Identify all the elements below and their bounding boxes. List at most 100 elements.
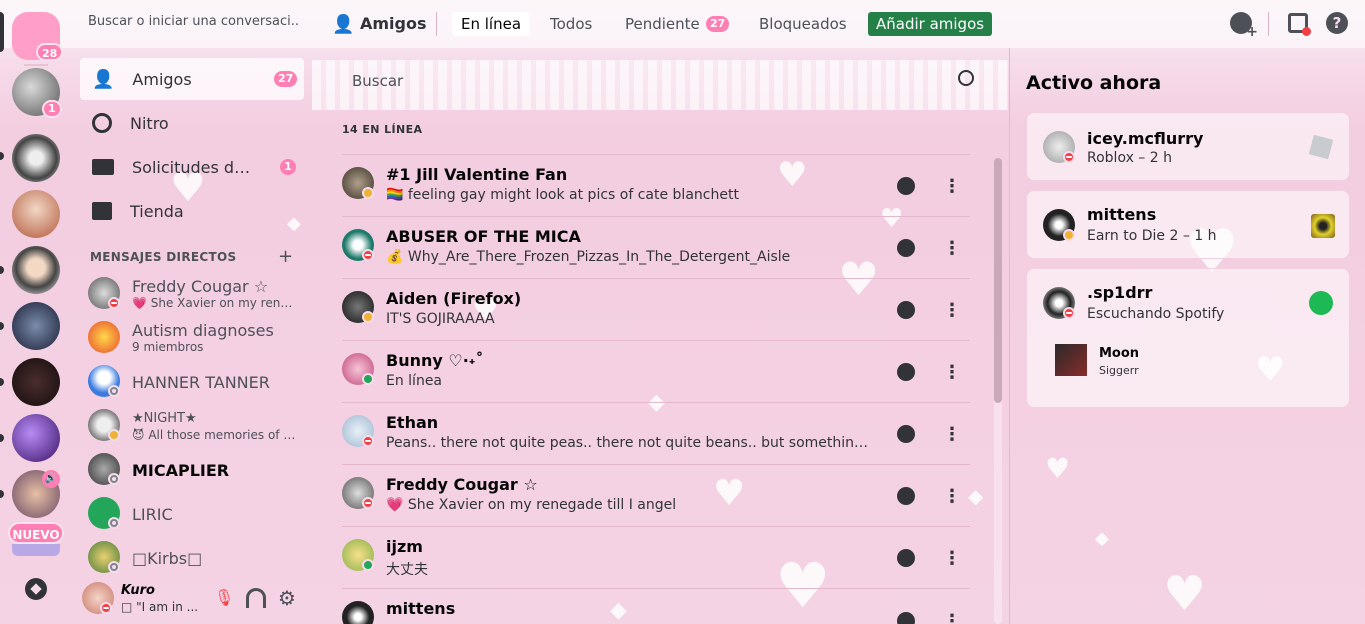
add-friend-button[interactable]: Añadir amigos (868, 12, 993, 36)
dm-status: 💗 She Xavier on my reneg... (132, 296, 297, 310)
message-button[interactable] (888, 478, 924, 514)
friend-name: #1 Jill Valentine Fan (386, 165, 568, 184)
activity-card[interactable]: mittens Earn to Die 2 – 1 h (1026, 190, 1350, 259)
roblox-icon (1308, 134, 1334, 160)
nav-label: Tienda (130, 201, 184, 221)
status-dnd (108, 297, 120, 309)
nav-message-requests[interactable]: Solicitudes de ... 1 (80, 146, 304, 188)
top-bar: Buscar o iniciar una conversaci... 👤 Ami… (72, 0, 1365, 48)
friends-icon: 👤 (332, 14, 355, 35)
home-badge: 28 (36, 43, 64, 61)
dm-item[interactable]: □Kirbs□ (80, 537, 304, 579)
dm-name: LIRIC (132, 505, 173, 524)
friend-row[interactable]: mittens ⋮ (342, 588, 970, 624)
chat-bubble-icon (897, 301, 915, 319)
dm-item[interactable]: Autism diagnoses 9 miembros (80, 317, 304, 359)
dm-item[interactable]: HANNER TANNER (80, 361, 304, 403)
chat-bubble-icon (897, 487, 915, 505)
friend-row[interactable]: Aiden (Firefox) IT'S GOJIRAAAA ⋮ (342, 278, 970, 340)
spotify-icon (1309, 291, 1333, 315)
search-placeholder: Buscar (352, 72, 404, 90)
activity-card[interactable]: .sp1drr Escuchando Spotify Moon Siggerr (1026, 268, 1350, 408)
mute-icon[interactable]: 🎙 (214, 588, 234, 608)
settings-icon[interactable]: ⚙ (278, 586, 296, 610)
more-button[interactable]: ⋮ (934, 354, 970, 390)
friend-status: 💰 Why_Are_There_Frozen_Pizzas_In_The_Det… (386, 249, 791, 265)
chat-bubble-icon (897, 549, 915, 567)
more-button[interactable]: ⋮ (934, 478, 970, 514)
message-button[interactable] (888, 230, 924, 266)
friend-row[interactable]: Freddy Cougar ☆ 💗 She Xavier on my reneg… (342, 464, 970, 526)
help-icon[interactable]: ? (1326, 12, 1348, 34)
tab-all[interactable]: Todos (541, 12, 601, 36)
dm-name: MICAPLIER (132, 461, 230, 480)
server-icon[interactable] (12, 544, 60, 556)
unread-pill (0, 152, 4, 160)
unread-pill (0, 490, 4, 498)
more-button[interactable]: ⋮ (934, 292, 970, 328)
more-button[interactable]: ⋮ (934, 540, 970, 576)
message-button[interactable] (888, 168, 924, 204)
server-icon[interactable] (12, 134, 60, 182)
status-dnd (100, 602, 112, 614)
nav-friends[interactable]: 👤 Amigos 27 (80, 58, 304, 100)
more-button[interactable]: ⋮ (934, 416, 970, 452)
message-button[interactable] (888, 540, 924, 576)
discover-icon[interactable] (25, 578, 47, 600)
activity-card[interactable]: icey.mcflurry Roblox – 2 h (1026, 112, 1350, 181)
shop-icon (92, 202, 112, 220)
friend-row[interactable]: Bunny ♡·˖˚ En línea ⋮ (342, 340, 970, 402)
more-button[interactable]: ⋮ (934, 603, 970, 624)
server-icon[interactable] (12, 190, 60, 238)
friend-search-input[interactable]: Buscar (342, 62, 982, 98)
chat-bubble-icon (897, 612, 915, 624)
dm-name: □Kirbs□ (132, 549, 203, 568)
active-now-panel: Activo ahora icey.mcflurry Roblox – 2 h … (1009, 48, 1365, 624)
nav-nitro[interactable]: Nitro (80, 102, 304, 144)
server-rail: 28 1 🔊 NUEVO (0, 0, 72, 624)
inbox-icon[interactable] (1288, 13, 1311, 36)
activity-detail: Roblox – 2 h (1087, 150, 1172, 166)
friend-row[interactable]: Ethan Peans.. there not quite peas.. the… (342, 402, 970, 464)
server-icon[interactable] (12, 246, 60, 294)
more-button[interactable]: ⋮ (934, 168, 970, 204)
dm-item[interactable]: LIRIC (80, 493, 304, 535)
activity-user: icey.mcflurry (1087, 129, 1204, 148)
message-button[interactable] (888, 603, 924, 624)
friend-status: IT'S GOJIRAAAA (386, 311, 495, 327)
scrollbar-thumb[interactable] (994, 158, 1002, 403)
server-icon[interactable] (12, 414, 60, 462)
activity-detail: Escuchando Spotify (1087, 306, 1225, 322)
status-online (362, 373, 374, 385)
server-icon[interactable] (12, 358, 60, 406)
server-icon[interactable] (12, 302, 60, 350)
requests-badge: 1 (280, 159, 296, 175)
dm-item[interactable]: Freddy Cougar ☆ 💗 She Xavier on my reneg… (80, 273, 304, 315)
dm-search-input[interactable]: Buscar o iniciar una conversaci... (88, 14, 298, 29)
friend-row[interactable]: ijzm 大丈夫 ⋮ (342, 526, 970, 588)
scrollbar[interactable] (994, 158, 1002, 624)
friends-badge: 27 (274, 71, 298, 87)
username: Kuro (121, 583, 155, 598)
status-dnd (1063, 151, 1075, 163)
nav-shop[interactable]: Tienda (80, 190, 304, 232)
message-button[interactable] (888, 354, 924, 390)
message-button[interactable] (888, 292, 924, 328)
tab-blocked[interactable]: Bloqueados (750, 12, 856, 36)
friend-status: 大丈夫 (386, 562, 428, 578)
tab-pending[interactable]: Pendiente (616, 12, 709, 36)
headphones-icon[interactable] (246, 588, 266, 608)
dm-item[interactable]: ★NIGHT★ 😈 All those memories of yo... (80, 405, 304, 447)
message-button[interactable] (888, 416, 924, 452)
status-idle (1063, 229, 1075, 241)
tab-online[interactable]: En línea (452, 12, 531, 36)
dm-item[interactable]: MICAPLIER (80, 449, 304, 491)
server-badge: 1 (42, 100, 62, 118)
new-group-dm-icon[interactable]: + (1230, 12, 1258, 40)
friend-row[interactable]: #1 Jill Valentine Fan 🏳️‍🌈 feeling gay m… (342, 154, 970, 216)
unread-pill (0, 266, 4, 274)
friend-status: 💗 She Xavier on my renegade till I angel (386, 497, 677, 513)
more-button[interactable]: ⋮ (934, 230, 970, 266)
create-dm-button[interactable]: + (278, 246, 293, 267)
friend-row[interactable]: ABUSER OF THE MICA 💰 Why_Are_There_Froze… (342, 216, 970, 278)
